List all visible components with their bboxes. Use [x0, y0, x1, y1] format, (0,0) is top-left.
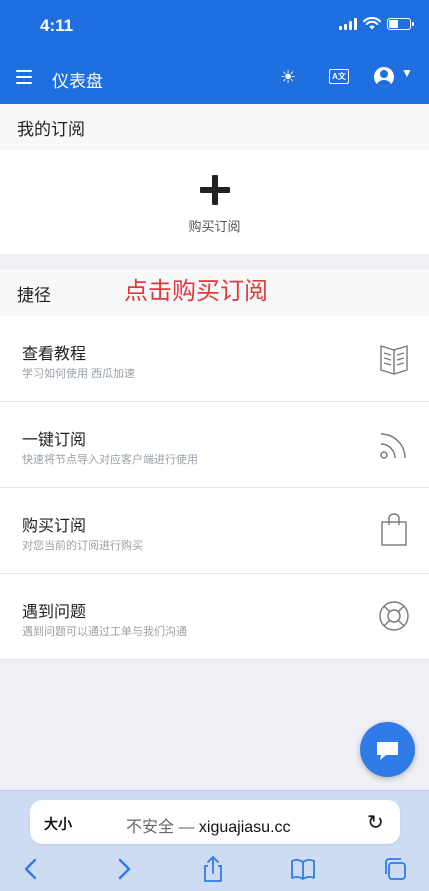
browser-toolbar: 大小 不安全 — xiguajiasu.cc ↻ — [0, 790, 429, 891]
shortcut-item-desc: 学习如何使用 西瓜加速 — [22, 368, 136, 380]
shortcut-item-desc: 快速将节点导入对应客户端进行使用 — [22, 454, 198, 466]
shortcut-list: 查看教程 学习如何使用 西瓜加速 一键订阅 快速将节点导入对应客户端进行使用 购… — [0, 316, 429, 660]
status-bar: 4:11 — [0, 0, 429, 50]
translate-icon[interactable]: A文 — [329, 69, 349, 84]
tabs-icon[interactable] — [381, 855, 409, 883]
buy-subscription-card[interactable]: 购买订阅 — [0, 150, 429, 254]
shortcut-item-title: 一键订阅 — [22, 432, 87, 449]
user-avatar-icon[interactable] — [374, 67, 394, 87]
shortcut-item-tutorial[interactable]: 查看教程 学习如何使用 西瓜加速 — [0, 316, 429, 402]
shortcut-item-title: 查看教程 — [22, 346, 87, 363]
page-title: 仪表盘 — [52, 72, 103, 91]
chat-icon — [377, 742, 398, 760]
app-bar: 仪表盘 ☀ A文 ▼ — [0, 50, 429, 104]
shortcut-item-desc: 对您当前的订阅进行购买 — [22, 540, 143, 552]
shortcut-item-title: 遇到问题 — [22, 604, 87, 621]
lifebuoy-icon — [379, 601, 409, 631]
url-host: xiguajiasu.cc — [198, 819, 291, 836]
plus-icon — [200, 175, 230, 205]
shortcut-item-one-click[interactable]: 一键订阅 快速将节点导入对应客户端进行使用 — [0, 402, 429, 488]
status-icons — [339, 17, 414, 30]
shopping-bag-icon — [381, 513, 407, 546]
book-icon — [380, 345, 408, 375]
rss-icon — [380, 433, 406, 459]
status-time: 4:11 — [40, 16, 74, 35]
shortcut-item-desc: 遇到问题可以通过工单与我们沟通 — [22, 626, 187, 638]
shortcut-item-title: 购买订阅 — [22, 518, 87, 535]
chat-button[interactable] — [360, 722, 415, 777]
address-bar[interactable]: 大小 不安全 — xiguajiasu.cc ↻ — [30, 800, 400, 844]
menu-icon[interactable] — [16, 70, 32, 84]
annotation-text: 点击购买订阅 — [124, 277, 268, 305]
battery-icon — [387, 17, 414, 30]
back-icon[interactable] — [17, 855, 45, 883]
shortcut-item-buy[interactable]: 购买订阅 对您当前的订阅进行购买 — [0, 488, 429, 574]
forward-icon[interactable] — [110, 855, 138, 883]
reload-icon[interactable]: ↻ — [367, 810, 384, 835]
buy-subscription-label: 购买订阅 — [188, 219, 241, 234]
subscription-header: 我的订阅 — [0, 104, 429, 150]
insecure-label: 不安全 — — [126, 819, 199, 836]
signal-icon — [339, 17, 357, 30]
share-icon[interactable] — [199, 855, 227, 883]
wifi-icon — [363, 17, 381, 30]
theme-sun-icon[interactable]: ☀ — [280, 67, 296, 87]
shortcut-item-help[interactable]: 遇到问题 遇到问题可以通过工单与我们沟通 — [0, 574, 429, 660]
text-size-button[interactable]: 大小 — [44, 814, 72, 834]
url-display: 不安全 — xiguajiasu.cc — [126, 813, 291, 837]
chevron-down-icon[interactable]: ▼ — [401, 66, 413, 80]
bookmarks-icon[interactable] — [289, 855, 317, 883]
